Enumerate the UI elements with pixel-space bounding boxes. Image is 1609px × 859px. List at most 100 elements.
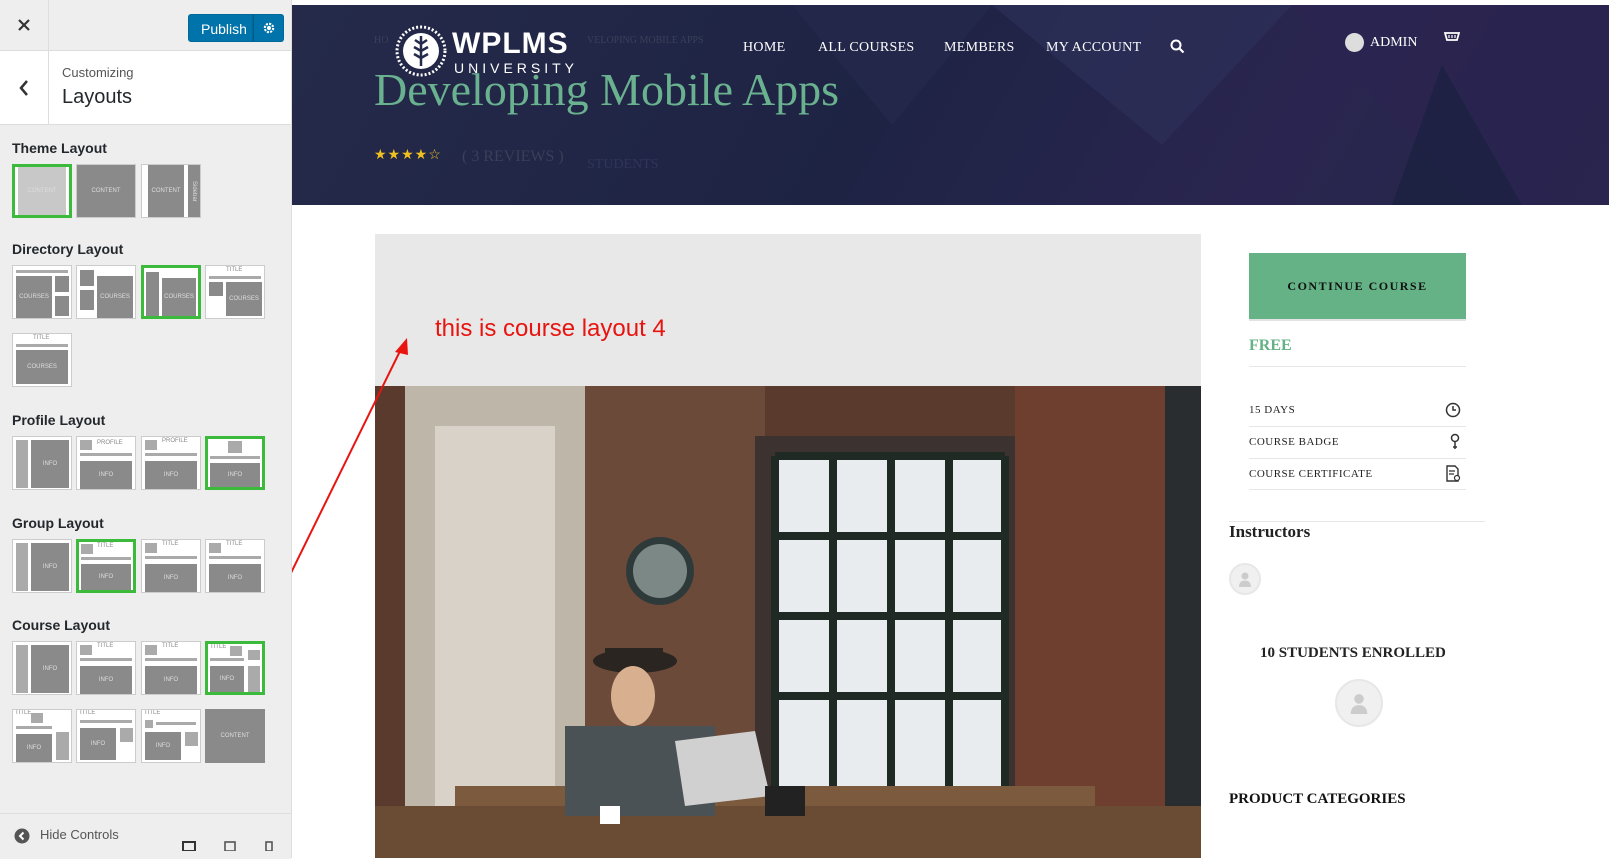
thumb-bar — [80, 720, 132, 723]
close-icon — [18, 19, 30, 31]
thumb-courses: COURSES — [226, 282, 262, 316]
course-layout-option-2[interactable]: TITLE INFO — [76, 641, 136, 695]
thumb-info: INFO — [80, 666, 132, 694]
directory-layout-option-5[interactable]: TITLE COURSES — [12, 333, 72, 387]
gear-icon — [263, 22, 274, 34]
thumb-block — [55, 276, 69, 292]
user-icon — [1239, 572, 1251, 587]
thumb-bar — [80, 658, 132, 661]
customizer-sidebar: Publish Customizing Layouts Theme Layout… — [0, 0, 292, 859]
customizer-header: Publish — [0, 0, 291, 51]
thumb-block — [248, 666, 260, 692]
theme-layout-option-2[interactable]: CONTENT — [76, 164, 136, 218]
desktop-preview-icon[interactable] — [182, 841, 196, 851]
course-layout-option-5[interactable]: TITLE INFO — [12, 709, 72, 763]
thumb-courses: COURSES — [16, 350, 68, 384]
thumb-title: TITLE — [226, 267, 243, 273]
continue-course-button[interactable]: CONTINUE COURSE — [1249, 253, 1466, 319]
thumb-info: INFO — [145, 461, 197, 489]
thumb-info: INFO — [31, 645, 69, 693]
profile-layout-option-2[interactable]: PROFILE INFO — [76, 436, 136, 490]
thumb-bar — [210, 658, 244, 661]
site-preview: HO VELOPING MOBILE APPS WPLMS UNIVERSITY… — [292, 0, 1609, 858]
theme-layout-title: Theme Layout — [12, 140, 107, 156]
section-title: Layouts — [62, 86, 133, 108]
directory-layout-option-4[interactable]: TITLE COURSES — [205, 265, 265, 319]
course-layout-option-8[interactable]: CONTENT — [205, 709, 265, 763]
course-layout-title: Course Layout — [12, 617, 111, 633]
hide-controls-button[interactable]: Hide Controls — [0, 813, 291, 859]
product-categories-heading: PRODUCT CATEGORIES — [1229, 791, 1406, 807]
thumb-info: INFO — [209, 564, 261, 592]
course-certificate-row: COURSE CERTIFICATE — [1249, 458, 1461, 489]
group-layout-option-1[interactable]: INFO — [12, 539, 72, 593]
hide-controls-label: Hide Controls — [40, 827, 119, 842]
thumb-info: INFO — [145, 666, 197, 694]
thumb-content: CONTENT — [18, 167, 66, 215]
course-badge-row: COURSE BADGE — [1249, 426, 1461, 457]
thumb-info: INFO — [145, 732, 181, 760]
thumb-title: TITLE — [162, 541, 179, 547]
thumb-block — [248, 650, 260, 660]
thumb-bar — [16, 726, 52, 729]
profile-layout-option-4[interactable]: INFO — [205, 436, 265, 490]
thumb-bar — [145, 556, 197, 559]
thumb-sidebar: Sidebar — [188, 165, 200, 217]
chevron-left-icon — [19, 79, 28, 96]
customizing-label: Customizing — [62, 65, 134, 80]
badge-icon — [1450, 433, 1460, 449]
tablet-preview-icon[interactable] — [224, 841, 236, 851]
thumb-info: INFO — [80, 728, 116, 760]
student-avatar[interactable] — [1335, 679, 1383, 727]
publish-button[interactable]: Publish — [188, 14, 253, 42]
course-layout-option-1[interactable]: INFO — [12, 641, 72, 695]
thumb-title: TITLE — [15, 710, 32, 716]
thumb-content: CONTENT — [205, 709, 265, 763]
thumb-block — [146, 272, 159, 316]
thumb-title: TITLE — [144, 710, 161, 716]
close-customizer-button[interactable] — [0, 0, 49, 50]
thumb-info: INFO — [80, 461, 132, 489]
back-button[interactable] — [0, 51, 49, 124]
course-duration-row: 15 DAYS — [1249, 394, 1461, 425]
thumb-block — [145, 543, 157, 553]
thumb-block — [16, 645, 28, 693]
course-certificate-label: COURSE CERTIFICATE — [1249, 467, 1373, 480]
course-price: FREE — [1249, 337, 1292, 354]
instructors-heading: Instructors — [1229, 522, 1311, 541]
thumb-block — [31, 713, 43, 723]
thumb-title: TITLE — [210, 644, 227, 650]
thumb-bar — [80, 453, 132, 456]
thumb-bar — [16, 344, 68, 347]
thumb-block — [120, 728, 133, 742]
course-layout-option-4[interactable]: TITLE INFO — [205, 641, 265, 695]
course-duration: 15 DAYS — [1249, 403, 1296, 416]
thumb-title: TITLE — [162, 643, 179, 649]
group-layout-option-2[interactable]: TITLE INFO — [76, 539, 136, 593]
theme-layout-option-1[interactable]: CONTENT — [12, 164, 72, 218]
publish-settings-button[interactable] — [253, 14, 284, 42]
profile-layout-option-1[interactable]: INFO — [12, 436, 72, 490]
group-layout-option-3[interactable]: TITLE INFO — [141, 539, 201, 593]
instructor-avatar[interactable] — [1229, 563, 1261, 595]
course-layout-option-7[interactable]: TITLE INFO — [141, 709, 201, 763]
thumb-info: INFO — [31, 440, 69, 488]
directory-layout-option-1[interactable]: COURSES — [12, 265, 72, 319]
user-icon — [1350, 694, 1368, 714]
profile-layout-title: Profile Layout — [12, 412, 106, 428]
thumb-bar — [145, 453, 197, 456]
theme-layout-option-3[interactable]: CONTENT Sidebar — [141, 164, 201, 218]
directory-layout-title: Directory Layout — [12, 241, 124, 257]
course-layout-option-3[interactable]: TITLE INFO — [141, 641, 201, 695]
thumb-info: INFO — [145, 564, 197, 592]
thumb-courses: COURSES — [16, 276, 52, 318]
thumb-block — [16, 440, 28, 488]
course-layout-option-6[interactable]: TITLE INFO — [76, 709, 136, 763]
mobile-preview-icon[interactable] — [265, 841, 273, 851]
profile-layout-option-3[interactable]: PROFILE INFO — [141, 436, 201, 490]
thumb-title: TITLE — [33, 335, 50, 341]
directory-layout-option-3[interactable]: COURSES — [141, 265, 201, 319]
thumb-bar — [156, 722, 196, 725]
directory-layout-option-2[interactable]: COURSES — [76, 265, 136, 319]
group-layout-option-4[interactable]: TITLE INFO — [205, 539, 265, 593]
